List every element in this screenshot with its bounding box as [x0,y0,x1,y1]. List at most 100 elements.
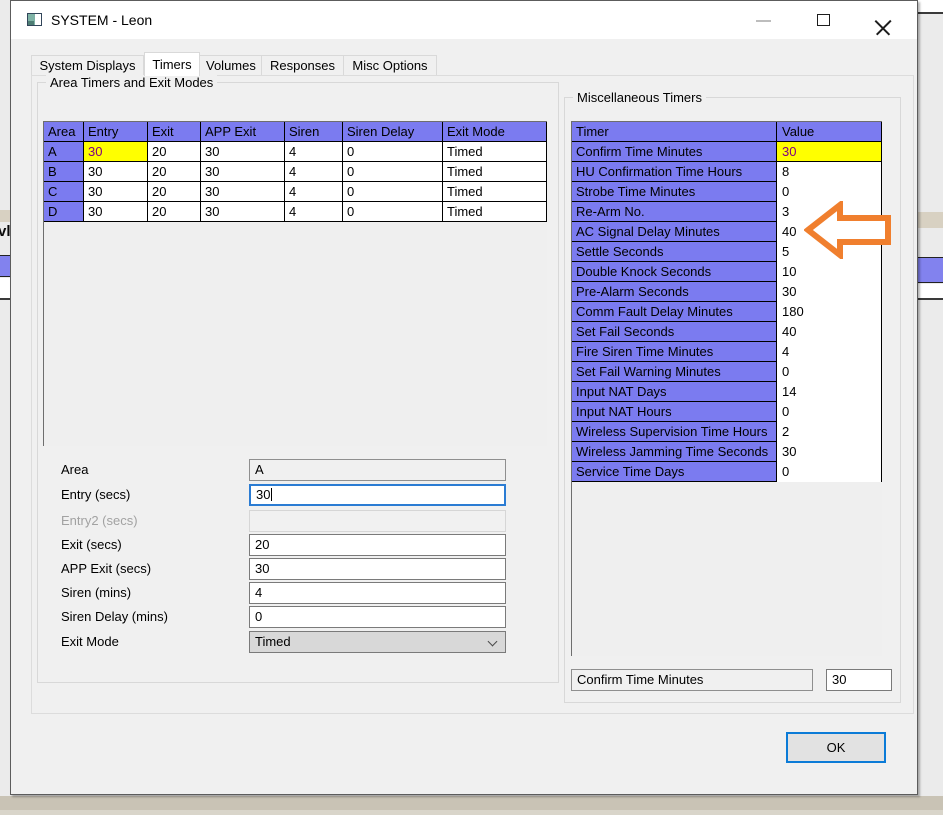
selected-timer-value-field[interactable]: 30 [826,669,892,691]
table-cell[interactable]: 30 [84,182,148,202]
tab-system-displays[interactable]: System Displays [31,55,144,76]
timer-name[interactable]: Confirm Time Minutes [572,142,777,162]
table-cell[interactable]: Timed [443,142,547,162]
table-cell[interactable]: 4 [285,202,343,222]
timer-name[interactable]: Input NAT Hours [572,402,777,422]
column-header[interactable]: Value [777,122,882,142]
table-cell[interactable]: 0 [343,202,443,222]
timer-name[interactable]: Strobe Time Minutes [572,182,777,202]
close-button[interactable] [867,9,901,33]
timer-value[interactable]: 0 [777,462,882,482]
table-row[interactable]: Wireless Jamming Time Seconds30 [572,442,882,462]
column-header[interactable]: Timer [572,122,777,142]
entry-field[interactable]: 30 [249,484,506,506]
timer-name[interactable]: Set Fail Warning Minutes [572,362,777,382]
table-row[interactable]: B 30 20 30 4 0 Timed [44,162,547,182]
timer-value[interactable]: 30 [777,282,882,302]
timer-name[interactable]: Double Knock Seconds [572,262,777,282]
maximize-button[interactable] [807,9,841,33]
table-row[interactable]: Strobe Time Minutes0 [572,182,882,202]
timer-value[interactable]: 0 [777,402,882,422]
table-cell[interactable]: 20 [148,162,201,182]
timer-name[interactable]: Service Time Days [572,462,777,482]
table-cell[interactable]: 0 [343,142,443,162]
timer-name[interactable]: Input NAT Days [572,382,777,402]
table-cell[interactable]: A [44,142,84,162]
table-row[interactable]: Confirm Time Minutes30 [572,142,882,162]
column-header[interactable]: Exit Mode [443,122,547,142]
table-cell[interactable]: D [44,202,84,222]
table-cell[interactable]: 4 [285,162,343,182]
minimize-button[interactable] [746,9,780,33]
tab-volumes[interactable]: Volumes [200,55,262,76]
app-exit-field[interactable]: 30 [249,558,506,580]
table-row[interactable]: HU Confirmation Time Hours8 [572,162,882,182]
timer-name[interactable]: Settle Seconds [572,242,777,262]
timer-name[interactable]: AC Signal Delay Minutes [572,222,777,242]
timer-value[interactable]: 8 [777,162,882,182]
table-row[interactable]: Set Fail Warning Minutes0 [572,362,882,382]
table-cell[interactable]: C [44,182,84,202]
table-row[interactable]: Wireless Supervision Time Hours2 [572,422,882,442]
timer-value[interactable]: 30 [777,442,882,462]
timer-name[interactable]: HU Confirmation Time Hours [572,162,777,182]
timer-value[interactable]: 0 [777,182,882,202]
table-cell[interactable]: 0 [343,162,443,182]
timer-name[interactable]: Re-Arm No. [572,202,777,222]
timer-value[interactable]: 14 [777,382,882,402]
table-row[interactable]: D 30 20 30 4 0 Timed [44,202,547,222]
column-header[interactable]: Entry [84,122,148,142]
table-cell[interactable]: 4 [285,182,343,202]
area-field[interactable]: A [249,459,506,481]
timer-value[interactable]: 0 [777,362,882,382]
timer-name[interactable]: Wireless Supervision Time Hours [572,422,777,442]
table-cell[interactable]: 0 [343,182,443,202]
table-cell[interactable]: 30 [201,202,285,222]
table-cell-selected[interactable]: 30 [84,142,148,162]
timer-value[interactable]: 10 [777,262,882,282]
siren-field[interactable]: 4 [249,582,506,604]
title-bar[interactable]: SYSTEM - Leon [11,1,917,39]
table-cell[interactable]: 4 [285,142,343,162]
table-row[interactable]: Comm Fault Delay Minutes180 [572,302,882,322]
exit-mode-select[interactable]: Timed [249,631,506,653]
timer-value[interactable]: 40 [777,322,882,342]
table-cell[interactable]: 30 [201,182,285,202]
column-header[interactable]: Siren Delay [343,122,443,142]
column-header[interactable]: APP Exit [201,122,285,142]
table-cell[interactable]: 30 [201,162,285,182]
tab-misc-options[interactable]: Misc Options [344,55,437,76]
timer-name[interactable]: Pre-Alarm Seconds [572,282,777,302]
tab-timers[interactable]: Timers [144,52,200,76]
timer-value[interactable]: 180 [777,302,882,322]
timer-name[interactable]: Set Fail Seconds [572,322,777,342]
table-cell[interactable]: 30 [84,162,148,182]
timer-name[interactable]: Comm Fault Delay Minutes [572,302,777,322]
timer-value-selected[interactable]: 30 [777,142,882,162]
tab-responses[interactable]: Responses [262,55,344,76]
ok-button[interactable]: OK [786,732,886,763]
column-header[interactable]: Area [44,122,84,142]
timer-value[interactable]: 4 [777,342,882,362]
timer-name[interactable]: Wireless Jamming Time Seconds [572,442,777,462]
table-row[interactable]: Service Time Days0 [572,462,882,482]
column-header[interactable]: Siren [285,122,343,142]
table-cell[interactable]: Timed [443,182,547,202]
table-cell[interactable]: Timed [443,162,547,182]
table-cell[interactable]: 20 [148,182,201,202]
siren-delay-field[interactable]: 0 [249,606,506,628]
table-row[interactable]: C 30 20 30 4 0 Timed [44,182,547,202]
column-header[interactable]: Exit [148,122,201,142]
table-cell[interactable]: 30 [201,142,285,162]
table-row[interactable]: Input NAT Days14 [572,382,882,402]
exit-field[interactable]: 20 [249,534,506,556]
table-cell[interactable]: B [44,162,84,182]
table-row[interactable]: Double Knock Seconds10 [572,262,882,282]
table-row[interactable]: Fire Siren Time Minutes4 [572,342,882,362]
table-cell[interactable]: 20 [148,202,201,222]
table-row[interactable]: Set Fail Seconds40 [572,322,882,342]
table-row[interactable]: A 30 20 30 4 0 Timed [44,142,547,162]
table-cell[interactable]: 20 [148,142,201,162]
timer-value[interactable]: 2 [777,422,882,442]
table-cell[interactable]: Timed [443,202,547,222]
